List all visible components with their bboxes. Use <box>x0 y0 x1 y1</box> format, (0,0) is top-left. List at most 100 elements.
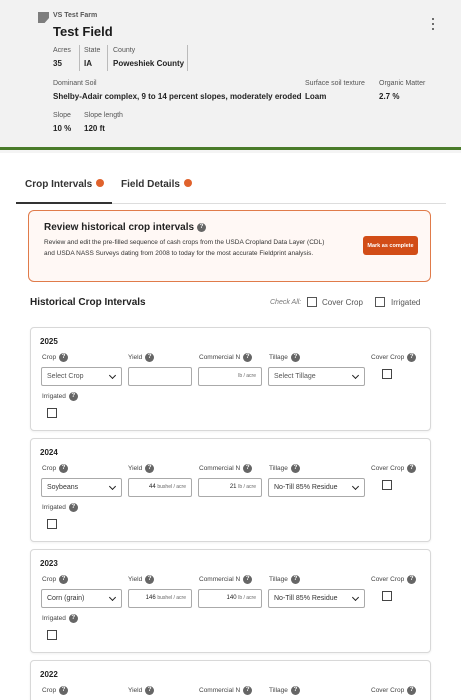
commercial-n-label: Commercial N? <box>199 686 253 695</box>
check-all-cover-crop-label: Cover Crop <box>322 298 363 307</box>
mark-complete-button[interactable]: Mark as complete <box>363 236 418 255</box>
state-value: IA <box>84 59 92 68</box>
cover-crop-label: Cover Crop? <box>371 353 417 362</box>
dominant-soil-label: Dominant Soil <box>53 80 97 87</box>
interval-year: 2025 <box>40 337 58 346</box>
alert-dot-icon <box>96 179 105 188</box>
field-shape-icon <box>38 12 49 23</box>
help-icon[interactable]: ? <box>407 464 417 473</box>
irrigated-label: Irrigated? <box>42 503 78 512</box>
help-icon[interactable]: ? <box>68 614 78 623</box>
crop-interval-card: 2023 Crop? Yield? Commercial N? Tillage?… <box>30 549 431 653</box>
tillage-label: Tillage? <box>269 353 300 362</box>
review-title-text: Review historical crop intervals <box>44 222 195 233</box>
chevron-down-icon <box>108 482 117 491</box>
help-icon[interactable]: ? <box>59 686 69 695</box>
chevron-down-icon <box>108 371 117 380</box>
commercial-n-label: Commercial N? <box>199 353 253 362</box>
chevron-down-icon <box>351 482 360 491</box>
dominant-soil-value: Shelby-Adair complex, 9 to 14 percent sl… <box>53 92 302 101</box>
cover-crop-label: Cover Crop? <box>371 575 417 584</box>
tillage-label: Tillage? <box>269 575 300 584</box>
farm-name: VS Test Farm <box>53 12 98 19</box>
help-icon[interactable]: ? <box>145 353 155 362</box>
help-icon[interactable]: ? <box>243 575 253 584</box>
yield-input[interactable]: 146 bushel / acre <box>128 589 192 608</box>
check-all-irrigated-checkbox[interactable] <box>375 297 385 307</box>
help-icon[interactable]: ? <box>243 686 253 695</box>
divider <box>187 45 188 71</box>
county-label: County <box>113 47 136 54</box>
cover-crop-checkbox[interactable] <box>382 369 392 379</box>
more-options-icon[interactable] <box>431 18 435 30</box>
help-icon[interactable]: ? <box>290 353 300 362</box>
crop-interval-card: 2025 Crop? Yield? Commercial N? Tillage?… <box>30 327 431 431</box>
help-icon[interactable]: ? <box>68 503 78 512</box>
surface-texture-value: Loam <box>305 92 327 101</box>
tillage-label: Tillage? <box>269 686 300 695</box>
crop-interval-card: 2024 Crop? Yield? Commercial N? Tillage?… <box>30 438 431 542</box>
help-icon[interactable]: ? <box>59 353 69 362</box>
help-icon[interactable]: ? <box>59 464 69 473</box>
yield-input[interactable]: 44 bushel / acre <box>128 478 192 497</box>
slope-value: 10 % <box>53 124 72 133</box>
cover-crop-checkbox[interactable] <box>382 591 392 601</box>
cover-crop-label: Cover Crop? <box>371 464 417 473</box>
yield-label: Yield? <box>128 464 155 473</box>
tab-field-details[interactable]: Field Details <box>121 179 192 190</box>
help-icon[interactable]: ? <box>145 686 155 695</box>
tillage-select[interactable]: Select Tillage <box>268 367 365 386</box>
chevron-down-icon <box>351 371 360 380</box>
crop-select[interactable]: Select Crop <box>41 367 122 386</box>
slope-length-label: Slope length <box>84 112 123 119</box>
help-icon[interactable]: ? <box>197 222 207 232</box>
crop-select[interactable]: Corn (grain) <box>41 589 122 608</box>
acres-value: 35 <box>53 59 62 68</box>
check-all-irrigated-label: Irrigated <box>391 298 421 307</box>
tillage-select[interactable]: No-Till 85% Residue <box>268 589 365 608</box>
commercial-n-input[interactable]: lb / acre <box>198 367 262 386</box>
divider <box>107 45 108 71</box>
help-icon[interactable]: ? <box>145 575 155 584</box>
help-icon[interactable]: ? <box>290 464 300 473</box>
surface-texture-label: Surface soil texture <box>305 80 365 87</box>
interval-year: 2023 <box>40 559 58 568</box>
help-icon[interactable]: ? <box>243 353 253 362</box>
chevron-down-icon <box>351 593 360 602</box>
help-icon[interactable]: ? <box>290 686 300 695</box>
commercial-n-input[interactable]: 21 lb / acre <box>198 478 262 497</box>
help-icon[interactable]: ? <box>407 353 417 362</box>
tab-label: Field Details <box>121 179 180 190</box>
field-name: Test Field <box>53 24 113 39</box>
irrigated-checkbox[interactable] <box>47 630 57 640</box>
help-icon[interactable]: ? <box>407 686 417 695</box>
irrigated-checkbox[interactable] <box>47 408 57 418</box>
review-callout: Review historical crop intervals? Review… <box>28 210 431 282</box>
yield-input[interactable] <box>128 367 192 386</box>
check-all-cover-crop-checkbox[interactable] <box>307 297 317 307</box>
crop-label: Crop? <box>42 575 69 584</box>
historical-title: Historical Crop Intervals <box>30 297 146 308</box>
crop-select[interactable]: Soybeans <box>41 478 122 497</box>
help-icon[interactable]: ? <box>59 575 69 584</box>
crop-label: Crop? <box>42 686 69 695</box>
cover-crop-label: Cover Crop? <box>371 686 417 695</box>
slope-length-value: 120 ft <box>84 124 105 133</box>
yield-label: Yield? <box>128 353 155 362</box>
irrigated-checkbox[interactable] <box>47 519 57 529</box>
help-icon[interactable]: ? <box>407 575 417 584</box>
commercial-n-input[interactable]: 140 lb / acre <box>198 589 262 608</box>
help-icon[interactable]: ? <box>243 464 253 473</box>
yield-label: Yield? <box>128 686 155 695</box>
acres-label: Acres <box>53 47 71 54</box>
tillage-select[interactable]: No-Till 85% Residue <box>268 478 365 497</box>
tab-crop-intervals[interactable]: Crop Intervals <box>25 179 105 190</box>
cover-crop-checkbox[interactable] <box>382 480 392 490</box>
commercial-n-label: Commercial N? <box>199 575 253 584</box>
help-icon[interactable]: ? <box>145 464 155 473</box>
help-icon[interactable]: ? <box>68 392 78 401</box>
review-title: Review historical crop intervals? <box>44 222 207 233</box>
state-label: State <box>84 47 101 54</box>
help-icon[interactable]: ? <box>290 575 300 584</box>
chevron-down-icon <box>108 593 117 602</box>
